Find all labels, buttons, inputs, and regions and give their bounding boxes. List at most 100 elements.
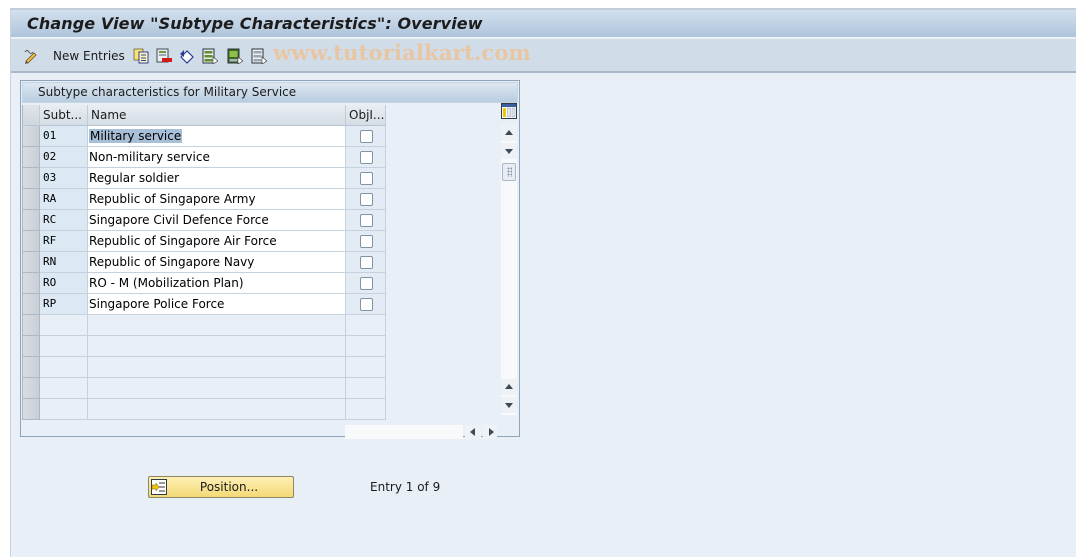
select-all-rows-button[interactable]	[22, 105, 40, 126]
scroll-thumb[interactable]	[502, 163, 516, 181]
objid-checkbox[interactable]	[360, 298, 373, 311]
row-selector-button[interactable]	[22, 210, 40, 231]
column-header-name[interactable]: Name	[88, 105, 346, 126]
scroll-right-button[interactable]	[483, 425, 497, 439]
position-button[interactable]: Position...	[148, 476, 294, 498]
subtype-cell[interactable]	[40, 399, 88, 420]
name-input[interactable]: Republic of Singapore Army	[89, 192, 256, 206]
objid-checkbox[interactable]	[360, 193, 373, 206]
objid-checkbox[interactable]	[360, 214, 373, 227]
name-cell[interactable]: Republic of Singapore Air Force	[88, 231, 346, 252]
objid-checkbox[interactable]	[360, 235, 373, 248]
scroll-left-button[interactable]	[465, 425, 481, 439]
name-cell[interactable]: Republic of Singapore Navy	[88, 252, 346, 273]
undo-icon	[179, 48, 195, 64]
table-row: 01 Military service	[22, 126, 386, 147]
column-header-subtype[interactable]: Subt...	[40, 105, 88, 126]
row-selector-button[interactable]	[22, 231, 40, 252]
objid-checkbox[interactable]	[360, 172, 373, 185]
name-input[interactable]: Singapore Police Force	[89, 297, 224, 311]
subtype-cell[interactable]	[40, 336, 88, 357]
objid-cell	[346, 399, 386, 420]
position-button-label: Position...	[199, 480, 259, 494]
objid-checkbox[interactable]	[360, 130, 373, 143]
row-selector-button[interactable]	[22, 168, 40, 189]
subtype-cell: RF	[40, 231, 88, 252]
name-cell[interactable]	[88, 336, 346, 357]
name-cell[interactable]: Singapore Civil Defence Force	[88, 210, 346, 231]
grip-icon	[507, 167, 512, 177]
scroll-down-button[interactable]	[501, 143, 517, 159]
name-cell[interactable]: Singapore Police Force	[88, 294, 346, 315]
copy-as-button[interactable]	[133, 47, 149, 65]
scroll-up-button[interactable]	[501, 125, 517, 141]
name-input[interactable]: Non-military service	[89, 150, 210, 164]
select-all-icon	[202, 48, 219, 65]
row-selector-button[interactable]	[22, 252, 40, 273]
objid-cell	[346, 273, 386, 294]
title-bar: Change View "Subtype Characteristics": O…	[11, 8, 1076, 38]
name-input[interactable]: RO - M (Mobilization Plan)	[89, 276, 244, 290]
objid-cell	[346, 336, 386, 357]
name-input[interactable]: Republic of Singapore Navy	[89, 255, 254, 269]
subtype-cell[interactable]	[40, 315, 88, 336]
name-cell[interactable]: Regular soldier	[88, 168, 346, 189]
row-selector-button[interactable]	[22, 273, 40, 294]
name-cell[interactable]: Non-military service	[88, 147, 346, 168]
table-row: 02 Non-military service	[22, 147, 386, 168]
row-selector-button[interactable]	[22, 378, 40, 399]
table-header-row: Subt... Name ObjI...	[22, 105, 386, 126]
select-all-button[interactable]	[202, 47, 219, 65]
name-input[interactable]: Regular soldier	[89, 171, 179, 185]
table-settings-icon[interactable]	[501, 103, 517, 119]
deselect-all-button[interactable]	[251, 47, 268, 65]
name-cell[interactable]	[88, 399, 346, 420]
new-entries-button[interactable]: New Entries	[53, 47, 125, 65]
row-selector-button[interactable]	[22, 315, 40, 336]
objid-cell	[346, 189, 386, 210]
row-selector-button[interactable]	[22, 189, 40, 210]
name-cell[interactable]	[88, 378, 346, 399]
display-change-button[interactable]	[23, 47, 39, 65]
horizontal-scrollbar[interactable]	[345, 425, 497, 441]
objid-cell	[346, 210, 386, 231]
column-header-objid[interactable]: ObjI...	[346, 105, 386, 126]
name-input[interactable]: Singapore Civil Defence Force	[89, 213, 269, 227]
subtype-cell: RP	[40, 294, 88, 315]
name-cell[interactable]: RO - M (Mobilization Plan)	[88, 273, 346, 294]
subtype-cell[interactable]	[40, 378, 88, 399]
name-cell[interactable]: Republic of Singapore Army	[88, 189, 346, 210]
name-input[interactable]: Republic of Singapore Air Force	[89, 234, 277, 248]
arrow-right-icon	[489, 428, 494, 436]
row-selector-button[interactable]	[22, 399, 40, 420]
page-up-button[interactable]	[501, 379, 517, 395]
objid-checkbox[interactable]	[360, 256, 373, 269]
row-selector-button[interactable]	[22, 357, 40, 378]
select-block-button[interactable]	[227, 47, 244, 65]
objid-checkbox[interactable]	[360, 151, 373, 164]
subtype-cell: 01	[40, 126, 88, 147]
page-down-button[interactable]	[501, 397, 517, 413]
vertical-scrollbar[interactable]	[501, 103, 517, 415]
row-selector-button[interactable]	[22, 126, 40, 147]
select-block-icon	[227, 48, 244, 65]
arrow-down-icon	[505, 149, 513, 154]
watermark-text: www.tutorialkart.com	[273, 40, 531, 65]
subtype-cell[interactable]	[40, 357, 88, 378]
name-input[interactable]: Military service	[89, 129, 183, 143]
name-cell[interactable]: Military service	[88, 126, 346, 147]
objid-checkbox[interactable]	[360, 277, 373, 290]
name-cell[interactable]	[88, 315, 346, 336]
table-row-empty	[22, 378, 386, 399]
name-cell[interactable]	[88, 357, 346, 378]
row-selector-button[interactable]	[22, 294, 40, 315]
horizontal-scroll-track[interactable]	[345, 425, 463, 439]
table-row: RO RO - M (Mobilization Plan)	[22, 273, 386, 294]
delete-button[interactable]	[156, 47, 172, 65]
undo-change-button[interactable]	[179, 47, 195, 65]
deselect-all-icon	[251, 48, 268, 65]
delete-icon	[156, 48, 172, 64]
subtype-cell: RC	[40, 210, 88, 231]
row-selector-button[interactable]	[22, 147, 40, 168]
row-selector-button[interactable]	[22, 336, 40, 357]
